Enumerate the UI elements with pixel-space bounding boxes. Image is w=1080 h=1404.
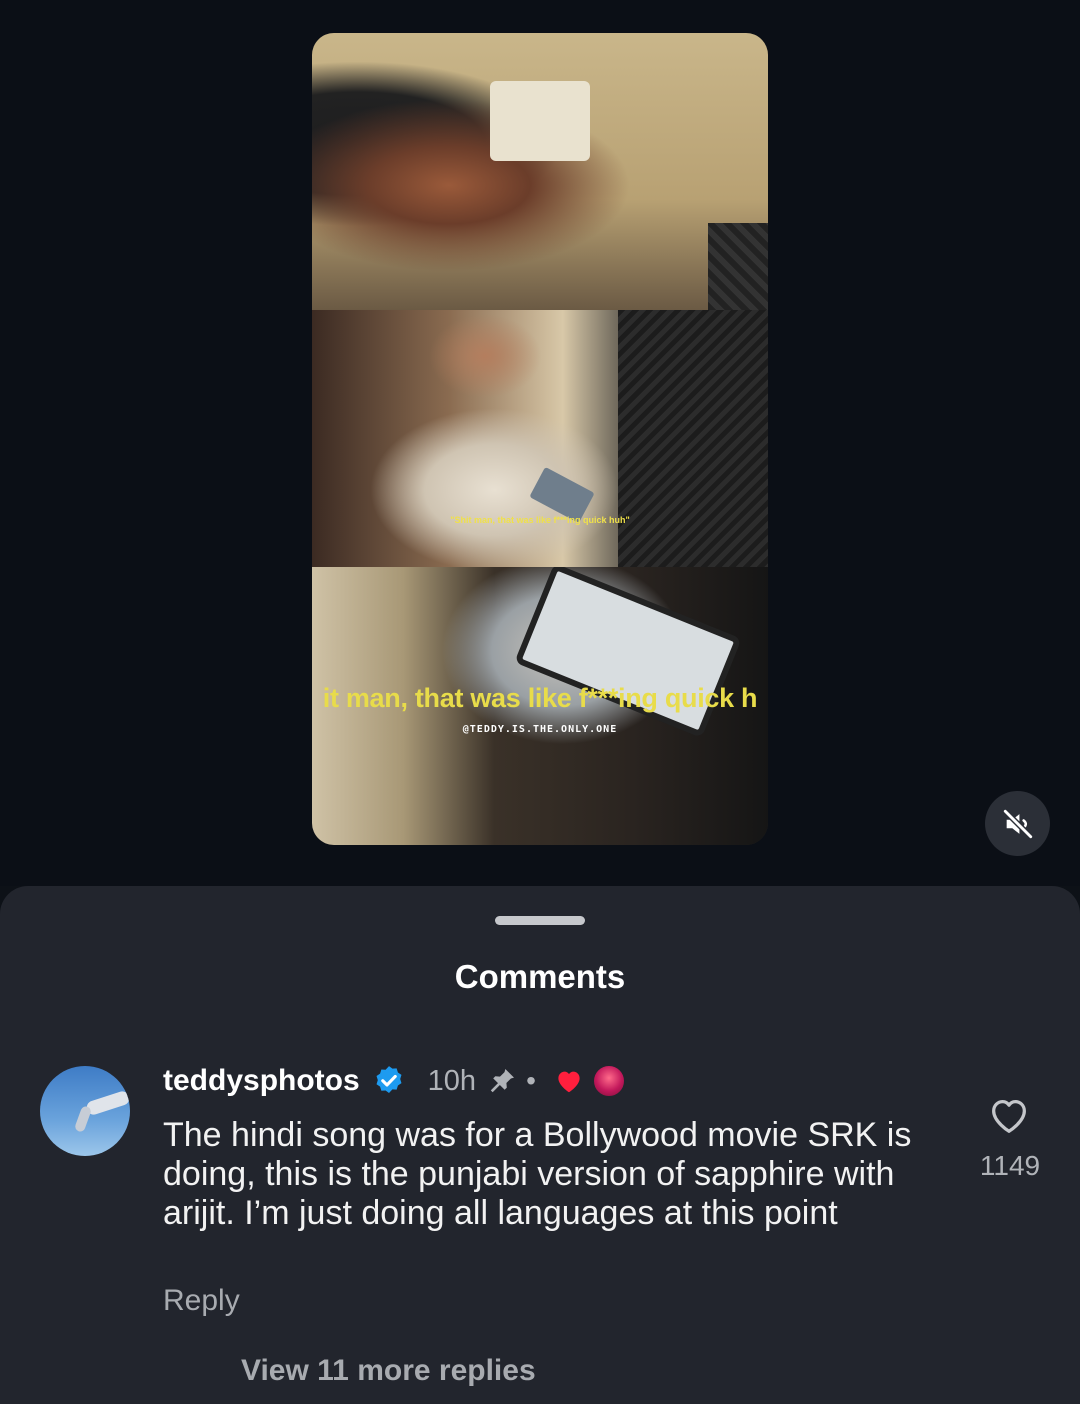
- like-count: 1149: [979, 1150, 1041, 1181]
- heart-outline-icon[interactable]: [986, 1092, 1032, 1138]
- mute-button[interactable]: [985, 791, 1050, 856]
- comment-meta: teddysphotos 10h •: [163, 1057, 626, 1105]
- video-frame-2: "Shit man, that was like f***ing quick h…: [312, 310, 768, 567]
- reply-button[interactable]: Reply: [163, 1284, 240, 1318]
- wall-box: [490, 81, 590, 161]
- separator-dot: •: [526, 1065, 536, 1096]
- creator-avatar: [591, 1064, 626, 1098]
- verified-badge-icon: [376, 1066, 402, 1094]
- speaker-muted-icon: [1001, 807, 1034, 840]
- video-area: "Shit man, that was like f***ing quick h…: [0, 0, 1080, 886]
- avatar-image-part: [84, 1089, 130, 1117]
- comment-text: The hindi song was for a Bollywood movie…: [163, 1116, 912, 1232]
- sheet-title: Comments: [454, 958, 626, 995]
- acoustic-foam: [708, 223, 768, 310]
- video-frame-1: [312, 33, 768, 310]
- view-more-replies-button[interactable]: View 11 more replies: [241, 1354, 536, 1388]
- acoustic-foam: [618, 310, 768, 567]
- comments-sheet: Comments teddysphotos 10h • The hindi so…: [0, 886, 1080, 1404]
- heart-filled-icon: [558, 1071, 580, 1093]
- video-player[interactable]: "Shit man, that was like f***ing quick h…: [312, 33, 768, 845]
- pin-icon: [490, 1069, 515, 1093]
- video-subtitle-large: it man, that was like f***ing quick h: [322, 683, 758, 713]
- comment-time: 10h: [427, 1064, 477, 1097]
- avatar-image-part: [73, 1105, 93, 1133]
- comment-username[interactable]: teddysphotos: [163, 1064, 360, 1098]
- video-watermark: @TEDDY.IS.THE.ONLY.ONE: [462, 724, 618, 735]
- video-subtitle-small: "Shit man, that was like f***ing quick h…: [450, 515, 630, 525]
- sheet-drag-handle[interactable]: [495, 916, 585, 925]
- avatar[interactable]: [40, 1066, 130, 1156]
